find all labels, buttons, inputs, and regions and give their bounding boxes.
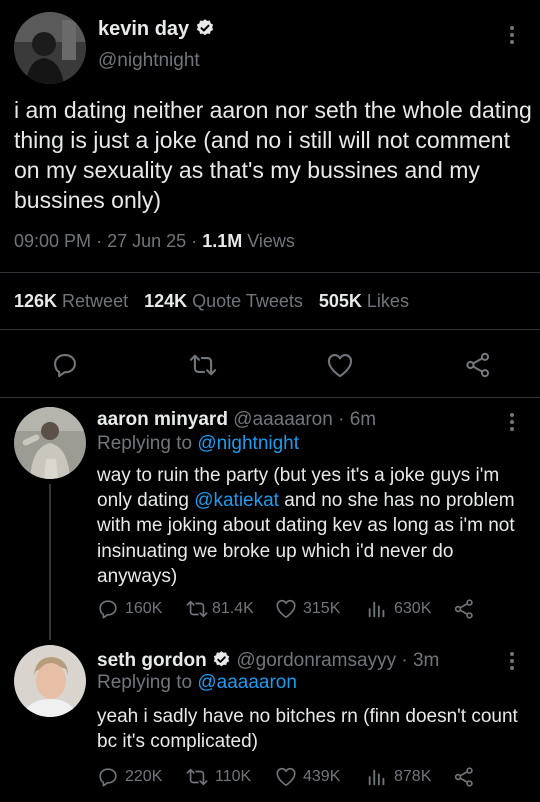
kevin-display-name[interactable]: kevin day — [98, 18, 215, 41]
more-options-icon[interactable] — [509, 652, 515, 670]
reply-text: way to ruin the party (but yes it's a jo… — [97, 463, 527, 589]
heart-icon — [276, 767, 296, 787]
views-icon — [368, 769, 385, 786]
views-button[interactable]: 630K — [366, 598, 431, 620]
quotes-stat[interactable]: 124K Quote Tweets — [144, 291, 303, 312]
reply-header: seth gordon @gordonramsayyy · 3m — [97, 650, 439, 672]
share-icon — [466, 352, 490, 378]
tweet-text: i am dating neither aaron nor seth the w… — [14, 97, 532, 213]
views-count: 630K — [394, 600, 432, 617]
retweet-icon — [186, 600, 208, 618]
seth-avatar[interactable] — [14, 645, 86, 717]
verified-badge-icon — [196, 19, 213, 36]
share-button[interactable] — [453, 598, 475, 620]
retweets-stat[interactable]: 126K Retweet — [14, 291, 128, 312]
views-count: 1.1M — [202, 231, 243, 251]
reply-header: aaron minyard @aaaaaron · 6m — [97, 409, 376, 431]
seth-timestamp[interactable]: 3m — [413, 650, 439, 671]
share-icon — [454, 767, 473, 787]
tweet-meta: 09:00 PM · 27 Jun 25 · 1.1M Views — [14, 231, 295, 252]
replying-to-line: Replying to @nightnight — [97, 433, 299, 455]
quotes-count: 124K — [144, 291, 188, 311]
verified-badge-icon — [213, 651, 230, 667]
meta-separator: · — [191, 231, 198, 251]
reply-button[interactable]: 220K — [97, 766, 162, 788]
replying-to-mention[interactable]: @nightnight — [197, 433, 299, 454]
retweet-icon — [189, 354, 217, 376]
reply-icon — [99, 600, 117, 619]
retweet-button[interactable] — [188, 351, 218, 379]
seth-display-name[interactable]: seth gordon — [97, 650, 207, 671]
replying-to-label: Replying to — [97, 433, 193, 454]
kevin-handle[interactable]: @nightnight — [98, 50, 200, 72]
aaron-avatar[interactable] — [14, 407, 86, 479]
reply-button[interactable]: 160K — [97, 598, 162, 620]
replying-to-line: Replying to @aaaaaron — [97, 672, 297, 694]
reply-count: 160K — [125, 600, 163, 617]
aaron-timestamp[interactable]: 6m — [350, 409, 376, 430]
like-count: 439K — [303, 767, 341, 785]
reply-icon — [99, 768, 117, 787]
tweet-date: 27 Jun 25 — [107, 231, 187, 251]
aaron-display-name[interactable]: aaron minyard — [97, 409, 228, 430]
reply-text: yeah i sadly have no bitches rn (finn do… — [97, 706, 518, 753]
like-button[interactable]: 439K — [275, 766, 340, 787]
tweet-time: 09:00 PM — [14, 231, 92, 251]
separator: · — [338, 409, 345, 430]
reply-icon — [54, 354, 76, 378]
views-count: 878K — [394, 768, 432, 785]
like-count: 315K — [303, 599, 341, 617]
retweets-label: Retweet — [62, 291, 129, 311]
views-label: Views — [247, 231, 295, 251]
divider — [0, 329, 540, 330]
heart-icon — [327, 354, 353, 378]
seth-handle[interactable]: @gordonramsayyy — [236, 650, 396, 671]
more-options-icon[interactable] — [509, 26, 515, 44]
likes-label: Likes — [366, 291, 409, 311]
divider — [0, 272, 540, 273]
divider — [0, 397, 540, 398]
retweet-count: 110K — [215, 768, 252, 785]
like-button[interactable] — [326, 352, 354, 378]
likes-stat[interactable]: 505K Likes — [319, 291, 409, 312]
share-icon — [454, 599, 473, 619]
share-button[interactable] — [453, 766, 475, 788]
quotes-label: Quote Tweets — [192, 291, 303, 311]
meta-separator: · — [96, 231, 103, 251]
separator: · — [401, 650, 408, 671]
retweets-count: 126K — [14, 291, 58, 311]
reply-button[interactable] — [51, 351, 79, 379]
kevin-avatar[interactable] — [14, 12, 86, 84]
retweet-icon — [186, 768, 208, 786]
retweet-button[interactable]: 110K — [185, 766, 251, 788]
heart-icon — [276, 599, 296, 619]
replying-to-mention[interactable]: @aaaaaron — [197, 672, 297, 693]
thread-line — [49, 484, 51, 640]
share-button[interactable] — [464, 351, 492, 379]
more-options-icon[interactable] — [509, 413, 515, 431]
tweet-stats: 126K Retweet 124K Quote Tweets 505K Like… — [14, 291, 409, 312]
likes-count: 505K — [318, 291, 362, 311]
display-name-text: kevin day — [98, 18, 190, 40]
like-button[interactable]: 315K — [275, 598, 340, 619]
aaron-handle[interactable]: @aaaaaron — [233, 409, 333, 430]
reply-count: 220K — [125, 768, 163, 785]
views-button[interactable]: 878K — [366, 766, 431, 788]
views-icon — [368, 601, 385, 618]
replying-to-label: Replying to — [97, 672, 193, 693]
retweet-count: 81.4K — [212, 600, 254, 617]
mention-link[interactable]: @katiekat — [194, 490, 279, 511]
retweet-button[interactable]: 81.4K — [185, 598, 254, 620]
